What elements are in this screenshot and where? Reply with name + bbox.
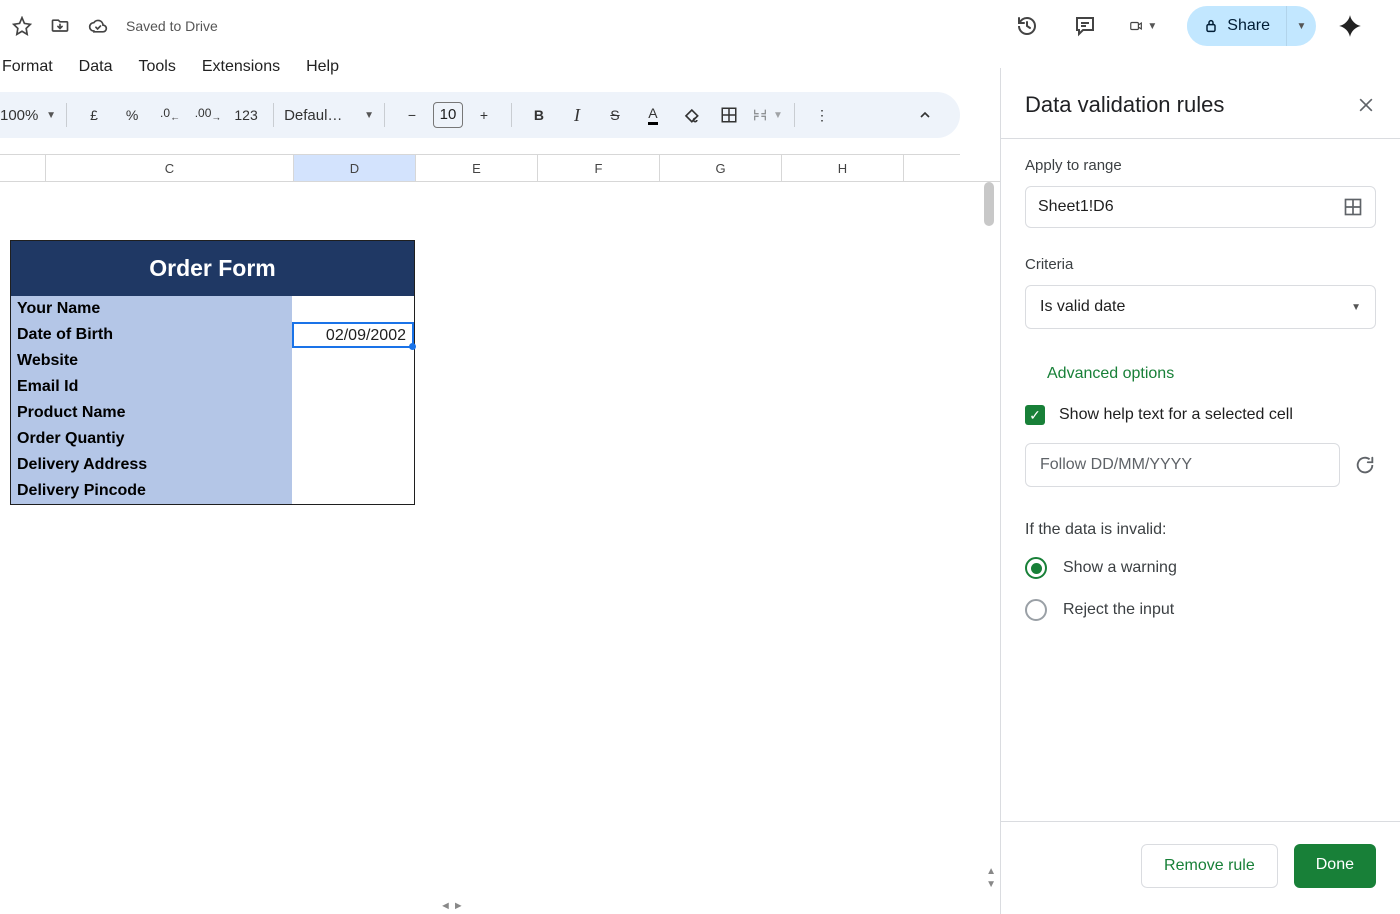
col-header-h[interactable]: H [782,154,904,181]
form-label: Delivery Pincode [11,478,292,504]
menu-format[interactable]: Format [0,56,55,78]
text-color-button[interactable]: A [636,98,670,132]
cell[interactable] [292,296,414,322]
form-label: Product Name [11,400,292,426]
vscroll-arrows[interactable]: ▲▼ [986,866,996,890]
help-text-checkbox[interactable]: ✓ [1025,405,1045,425]
range-value: Sheet1!D6 [1038,198,1114,216]
increase-decimal-button[interactable]: .00→ [191,98,225,132]
percent-button[interactable]: % [115,98,149,132]
star-icon[interactable] [8,12,36,40]
col-header-e[interactable]: E [416,154,538,181]
form-label: Date of Birth [11,322,292,348]
font-size-inc[interactable]: + [467,98,501,132]
apply-range-label: Apply to range [1025,157,1376,174]
criteria-label: Criteria [1025,256,1376,273]
collapse-toolbar-button[interactable] [908,98,942,132]
menu-data[interactable]: Data [77,56,115,78]
form-label: Delivery Address [11,452,292,478]
col-header[interactable] [0,154,46,181]
gemini-icon[interactable] [1336,12,1364,40]
help-text-input[interactable] [1025,443,1340,487]
more-button[interactable]: ⋮ [805,98,839,132]
sheet-nav[interactable]: ◄► [440,900,464,912]
comment-icon[interactable] [1071,12,1099,40]
col-header-c[interactable]: C [46,154,294,181]
cloud-icon[interactable] [84,12,112,40]
font-selector[interactable]: Defaul…▼ [284,98,374,132]
share-label: Share [1227,17,1270,35]
radio-show-warning[interactable]: Show a warning [1025,557,1376,579]
number-format-button[interactable]: 123 [229,98,263,132]
criteria-value: Is valid date [1040,298,1125,316]
save-status: Saved to Drive [126,18,218,34]
form-label: Website [11,348,292,374]
close-icon[interactable] [1356,95,1376,115]
borders-button[interactable] [712,98,746,132]
italic-button[interactable]: I [560,98,594,132]
font-size-dec[interactable]: − [395,98,429,132]
cell[interactable] [292,374,414,400]
advanced-options-toggle[interactable]: Advanced options [1025,359,1376,405]
col-header-g[interactable]: G [660,154,782,181]
remove-rule-button[interactable]: Remove rule [1141,844,1278,888]
currency-button[interactable]: £ [77,98,111,132]
radio-icon [1025,599,1047,621]
scrollbar-thumb[interactable] [984,182,994,226]
cell[interactable] [292,348,414,374]
history-icon[interactable] [1013,12,1041,40]
menu-tools[interactable]: Tools [136,56,177,78]
form-title: Order Form [11,241,414,296]
cell[interactable] [292,426,414,452]
cell[interactable] [292,478,414,504]
form-label: Email Id [11,374,292,400]
font-size-input[interactable]: 10 [433,102,463,128]
decrease-decimal-button[interactable]: .0← [153,98,187,132]
move-folder-icon[interactable] [46,12,74,40]
criteria-dropdown[interactable]: Is valid date ▼ [1025,285,1376,329]
meet-icon[interactable]: ▼ [1129,12,1157,40]
invalid-data-heading: If the data is invalid: [1025,521,1376,539]
form-label: Your Name [11,296,292,322]
toolbar: 100% ▼ £ % .0← .00→ 123 Defaul…▼ − 10 + … [0,92,960,138]
col-header[interactable] [904,154,960,181]
merge-button[interactable]: ▼ [750,98,784,132]
select-range-icon[interactable] [1343,197,1363,217]
reset-icon[interactable] [1354,454,1376,476]
data-validation-sidebar: Data validation rules Apply to range She… [1000,68,1400,914]
cell-selected[interactable]: 02/09/2002 [292,322,414,348]
cell[interactable] [292,452,414,478]
col-header-d[interactable]: D [294,154,416,181]
help-text-label: Show help text for a selected cell [1059,406,1293,424]
strike-button[interactable]: S [598,98,632,132]
share-dropdown[interactable]: ▼ [1286,6,1316,46]
range-input[interactable]: Sheet1!D6 [1025,186,1376,228]
radio-icon [1025,557,1047,579]
order-form: Order Form Your Name Date of Birth02/09/… [10,240,415,505]
menu-extensions[interactable]: Extensions [200,56,282,78]
done-button[interactable]: Done [1294,844,1376,888]
radio-reject-input[interactable]: Reject the input [1025,599,1376,621]
bold-button[interactable]: B [522,98,556,132]
share-button[interactable]: Share [1187,7,1286,45]
cell[interactable] [292,400,414,426]
form-label: Order Quantiy [11,426,292,452]
zoom-selector[interactable]: 100% ▼ [0,98,56,132]
fill-color-button[interactable] [674,98,708,132]
menu-help[interactable]: Help [304,56,341,78]
sidebar-title: Data validation rules [1025,92,1224,118]
col-header-f[interactable]: F [538,154,660,181]
